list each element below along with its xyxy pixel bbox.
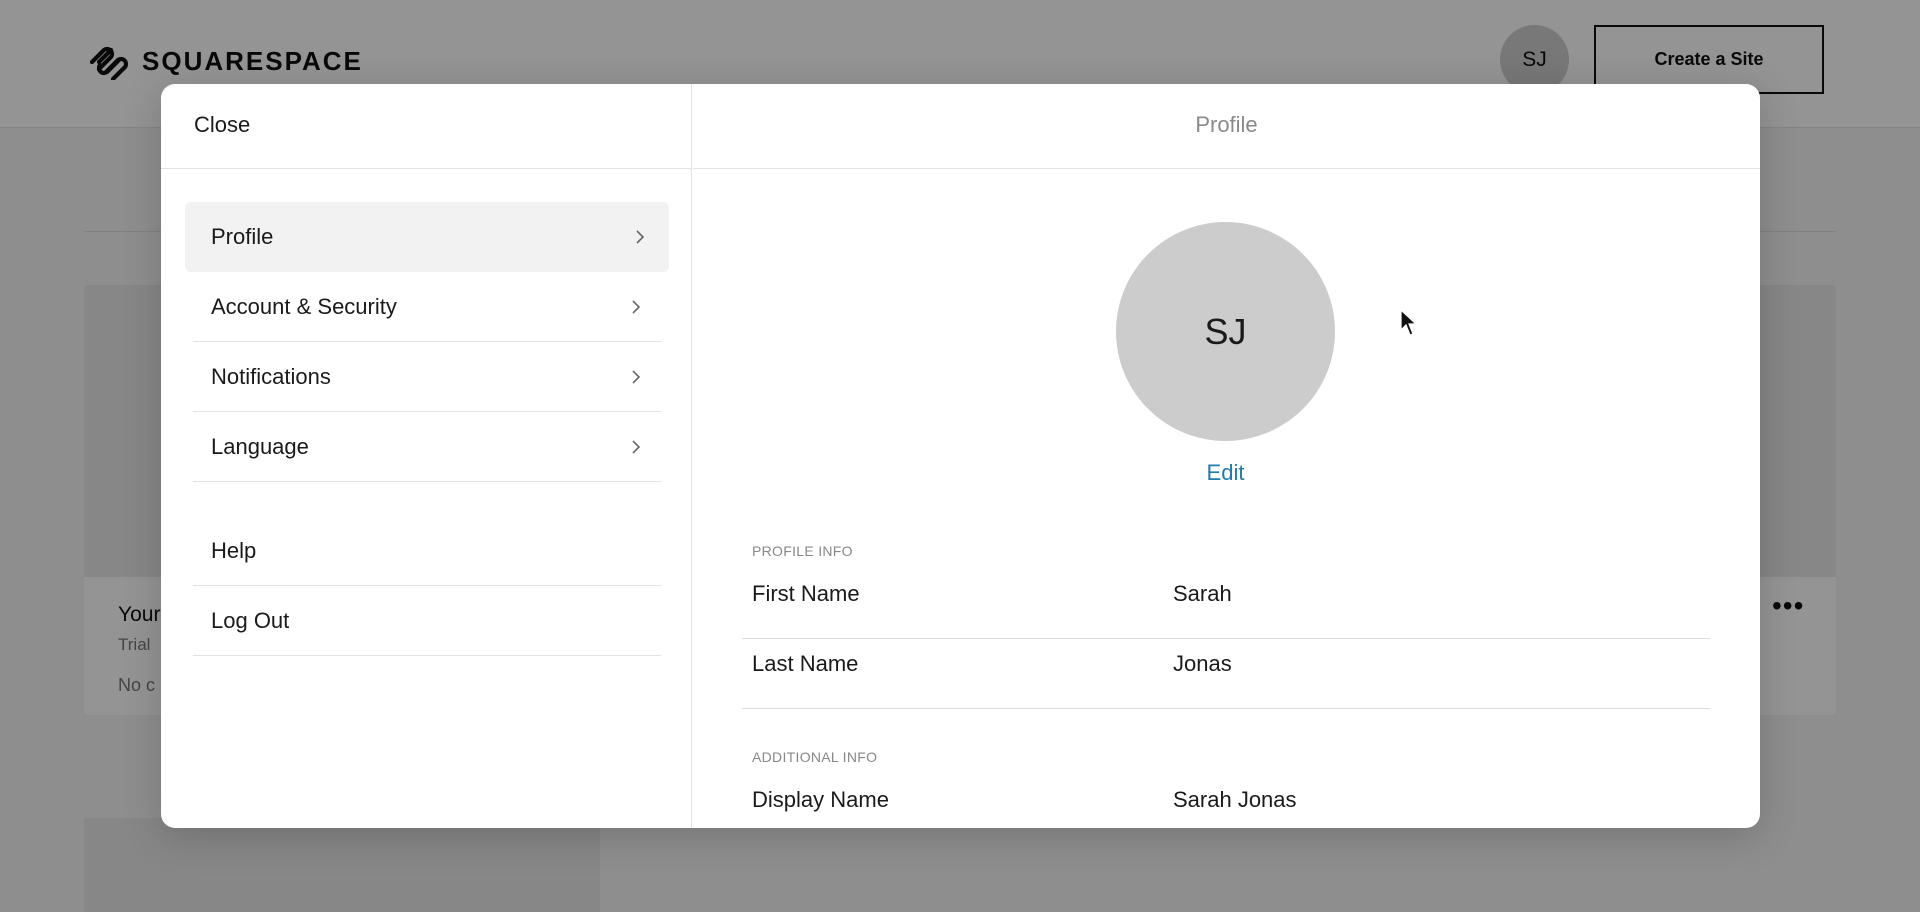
chevron-right-icon: [632, 299, 641, 314]
nav-item-language[interactable]: Language: [193, 412, 661, 482]
chevron-right-icon: [632, 439, 641, 454]
profile-info-heading: PROFILE INFO: [752, 543, 853, 559]
mouse-cursor-icon: [1400, 309, 1418, 336]
panel-topbar: Profile: [693, 84, 1760, 169]
additional-info-heading: ADDITIONAL INFO: [752, 749, 878, 765]
profile-avatar: SJ: [1116, 222, 1335, 441]
nav-item-profile[interactable]: Profile: [185, 202, 669, 272]
display-name-row[interactable]: Display Name Sarah Jonas: [742, 775, 1710, 828]
nav-item-label: Log Out: [211, 607, 290, 633]
nav-item-log-out[interactable]: Log Out: [193, 586, 661, 656]
first-name-value: Sarah: [1173, 581, 1232, 606]
nav-item-label: Notifications: [211, 363, 331, 389]
chevron-right-icon: [632, 369, 641, 384]
last-name-value: Jonas: [1173, 651, 1232, 676]
last-name-label: Last Name: [752, 651, 859, 676]
nav-item-notifications[interactable]: Notifications: [193, 342, 661, 412]
edit-avatar-label[interactable]: Edit: [1207, 460, 1245, 485]
chevron-right-icon: [636, 230, 645, 244]
edit-avatar-link[interactable]: Edit: [693, 460, 1758, 486]
sidebar-topbar: Close: [161, 84, 691, 169]
display-name-label: Display Name: [752, 787, 889, 812]
display-name-value: Sarah Jonas: [1173, 787, 1297, 812]
nav-item-label: Profile: [211, 224, 274, 249]
last-name-row[interactable]: Last Name Jonas: [742, 639, 1710, 709]
close-button[interactable]: Close: [194, 112, 250, 138]
nav-item-account-security[interactable]: Account & Security: [193, 272, 661, 342]
nav-item-help[interactable]: Help: [193, 516, 661, 586]
settings-nav: Profile Account & Security Notifications…: [185, 202, 669, 656]
settings-sidebar: Close Profile Account & Security Notific…: [161, 84, 692, 828]
nav-item-label: Account & Security: [211, 293, 397, 319]
account-settings-modal: Close Profile Account & Security Notific…: [161, 84, 1760, 828]
nav-item-label: Help: [211, 537, 257, 563]
first-name-label: First Name: [752, 581, 860, 606]
first-name-row[interactable]: First Name Sarah: [742, 569, 1710, 639]
nav-item-label: Language: [211, 433, 309, 459]
profile-panel: Profile SJ Edit PROFILE INFO First Name …: [693, 84, 1760, 828]
panel-title: Profile: [1195, 112, 1258, 137]
